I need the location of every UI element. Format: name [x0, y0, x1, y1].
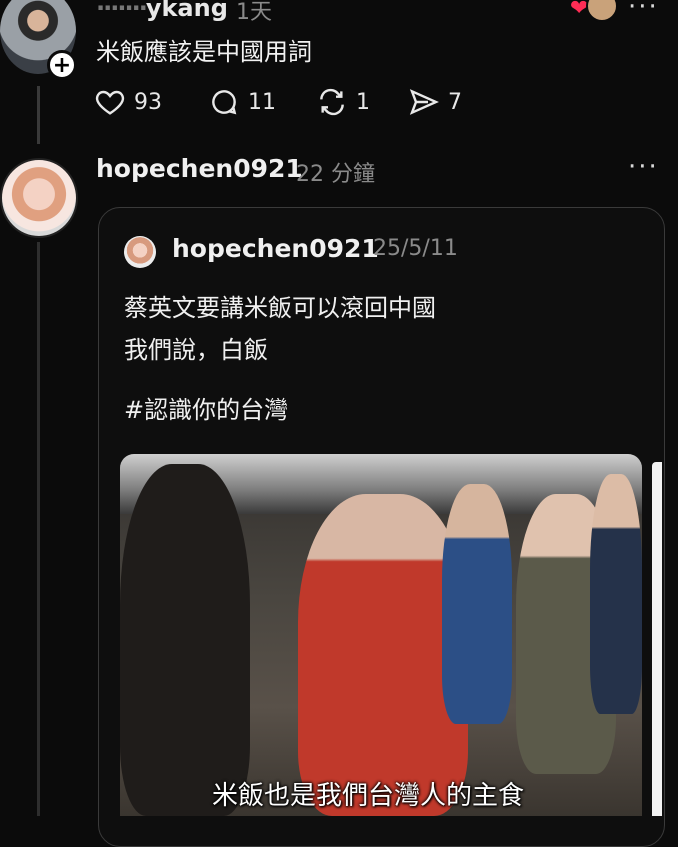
quoted-text-line: 蔡英文要講米飯可以滾回中國	[124, 294, 436, 322]
username-blurred: ·······	[96, 0, 148, 22]
repost-button[interactable]: 1	[316, 86, 370, 118]
reply-avatar[interactable]	[0, 158, 78, 238]
share-count: 7	[448, 89, 462, 115]
quoted-avatar[interactable]	[124, 236, 156, 268]
share-button[interactable]: 7	[408, 86, 462, 118]
image-subtitle: 米飯也是我們台灣人的主食	[212, 781, 525, 811]
next-image-peek[interactable]	[652, 462, 662, 816]
quoted-username[interactable]: hopechen0921	[172, 234, 379, 263]
image-figure	[442, 484, 512, 724]
post-username[interactable]: ·······ykang	[96, 0, 228, 22]
quoted-hashtag[interactable]: #認識你的台灣	[124, 390, 288, 425]
reaction-avatar	[586, 0, 618, 22]
more-options-icon[interactable]: ···	[628, 0, 659, 22]
comment-icon	[212, 90, 237, 115]
repost-count: 1	[356, 89, 370, 115]
post-text: 米飯應該是中國用詞	[96, 38, 312, 66]
image-figure	[120, 464, 250, 816]
username-text: ykang	[145, 0, 228, 22]
thread-connector	[37, 242, 40, 816]
send-icon	[409, 89, 439, 115]
quoted-post-image[interactable]: 米飯也是我們台灣人的主食	[120, 454, 642, 816]
thread-connector	[37, 86, 40, 144]
heart-icon	[95, 90, 125, 115]
more-options-icon[interactable]: ···	[628, 152, 659, 182]
comment-count: 11	[248, 89, 276, 115]
repost-icon	[320, 88, 344, 116]
reply-username[interactable]: hopechen0921	[96, 154, 303, 183]
image-figure	[590, 474, 642, 714]
post-timestamp: 1天	[236, 0, 272, 25]
quoted-text-line: 我們說，白飯	[124, 336, 268, 364]
quoted-date: 25/5/11	[373, 236, 458, 261]
reply-timestamp: 22 分鐘	[296, 162, 375, 187]
like-button[interactable]: 93	[94, 86, 162, 118]
comment-button[interactable]: 11	[208, 86, 276, 118]
like-count: 93	[134, 89, 162, 115]
follow-plus-icon[interactable]: +	[47, 50, 77, 80]
